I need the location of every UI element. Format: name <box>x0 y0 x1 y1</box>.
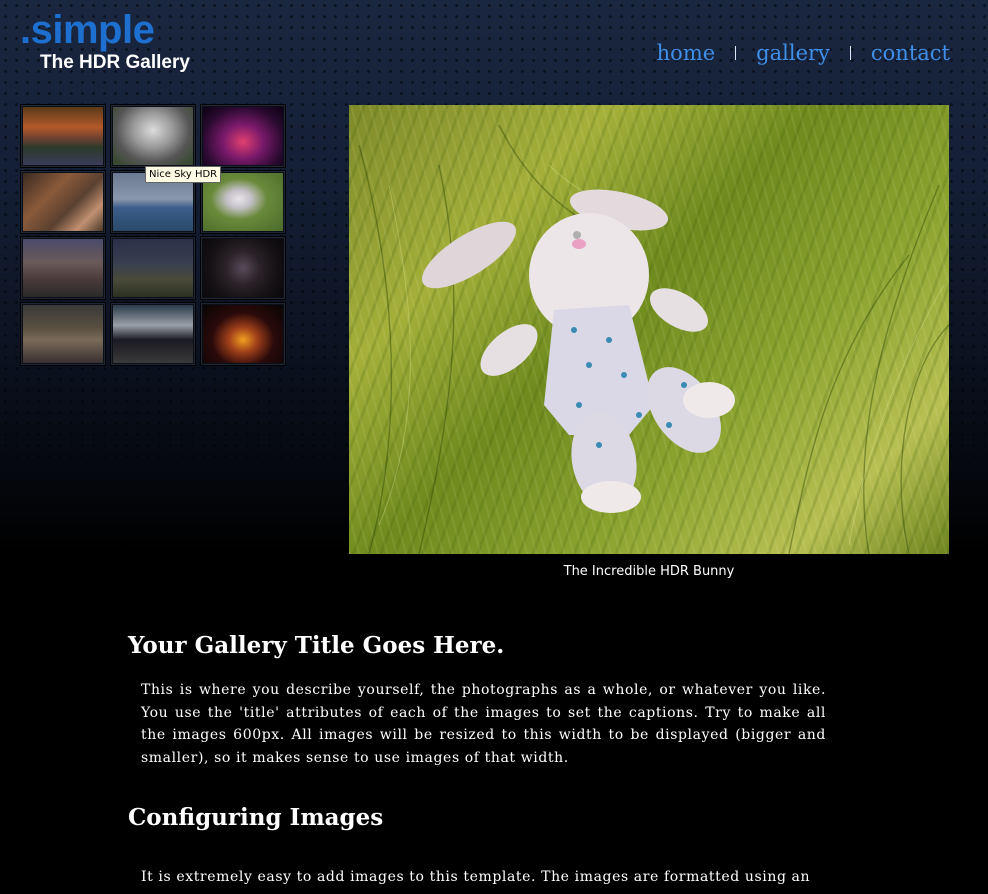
thumbnail[interactable] <box>21 105 105 167</box>
thumbnail-image <box>23 173 103 231</box>
thumbnail-image <box>23 239 103 297</box>
intro-paragraph: This is where you describe yourself, the… <box>141 682 826 766</box>
main-nav: home gallery contact <box>657 40 950 66</box>
thumbnail-image <box>113 305 193 363</box>
thumbnail-image <box>203 239 283 297</box>
thumbnail-image <box>23 305 103 363</box>
logo-title: .simple <box>20 8 155 52</box>
nav-gallery-link[interactable]: gallery <box>756 40 830 66</box>
nav-home-link[interactable]: home <box>657 40 716 66</box>
thumbnail[interactable] <box>21 237 105 299</box>
gallery-title: Your Gallery Title Goes Here. <box>128 632 505 659</box>
thumbnail-image <box>203 107 283 165</box>
main-photo <box>349 105 949 554</box>
thumbnail-image <box>23 107 103 165</box>
thumbnail[interactable] <box>111 303 195 365</box>
section-paragraph: It is extremely easy to add images to th… <box>141 869 811 885</box>
thumbnail-image <box>113 239 193 297</box>
thumbnail[interactable] <box>201 303 285 365</box>
thumbnail[interactable] <box>111 105 195 167</box>
section-title: Configuring Images <box>128 804 384 831</box>
nav-separator <box>735 46 737 60</box>
thumbnail[interactable] <box>201 105 285 167</box>
content-area: Your Gallery Title Goes Here. This is wh… <box>128 632 828 885</box>
thumbnail-tooltip: Nice Sky HDR <box>145 166 222 183</box>
logo-subtitle: The HDR Gallery <box>40 52 190 73</box>
thumbnail-grid <box>21 105 287 365</box>
bunny-illustration <box>358 124 949 554</box>
thumbnail-image <box>113 107 193 165</box>
nav-contact-link[interactable]: contact <box>871 40 950 66</box>
photo-caption: The Incredible HDR Bunny <box>563 564 735 579</box>
thumbnail-image <box>203 305 283 363</box>
logo[interactable]: .simple The HDR Gallery <box>20 8 190 73</box>
thumbnail[interactable] <box>21 171 105 233</box>
thumbnail[interactable] <box>21 303 105 365</box>
thumbnail[interactable] <box>201 237 285 299</box>
nav-separator <box>849 46 851 60</box>
thumbnail[interactable] <box>111 237 195 299</box>
